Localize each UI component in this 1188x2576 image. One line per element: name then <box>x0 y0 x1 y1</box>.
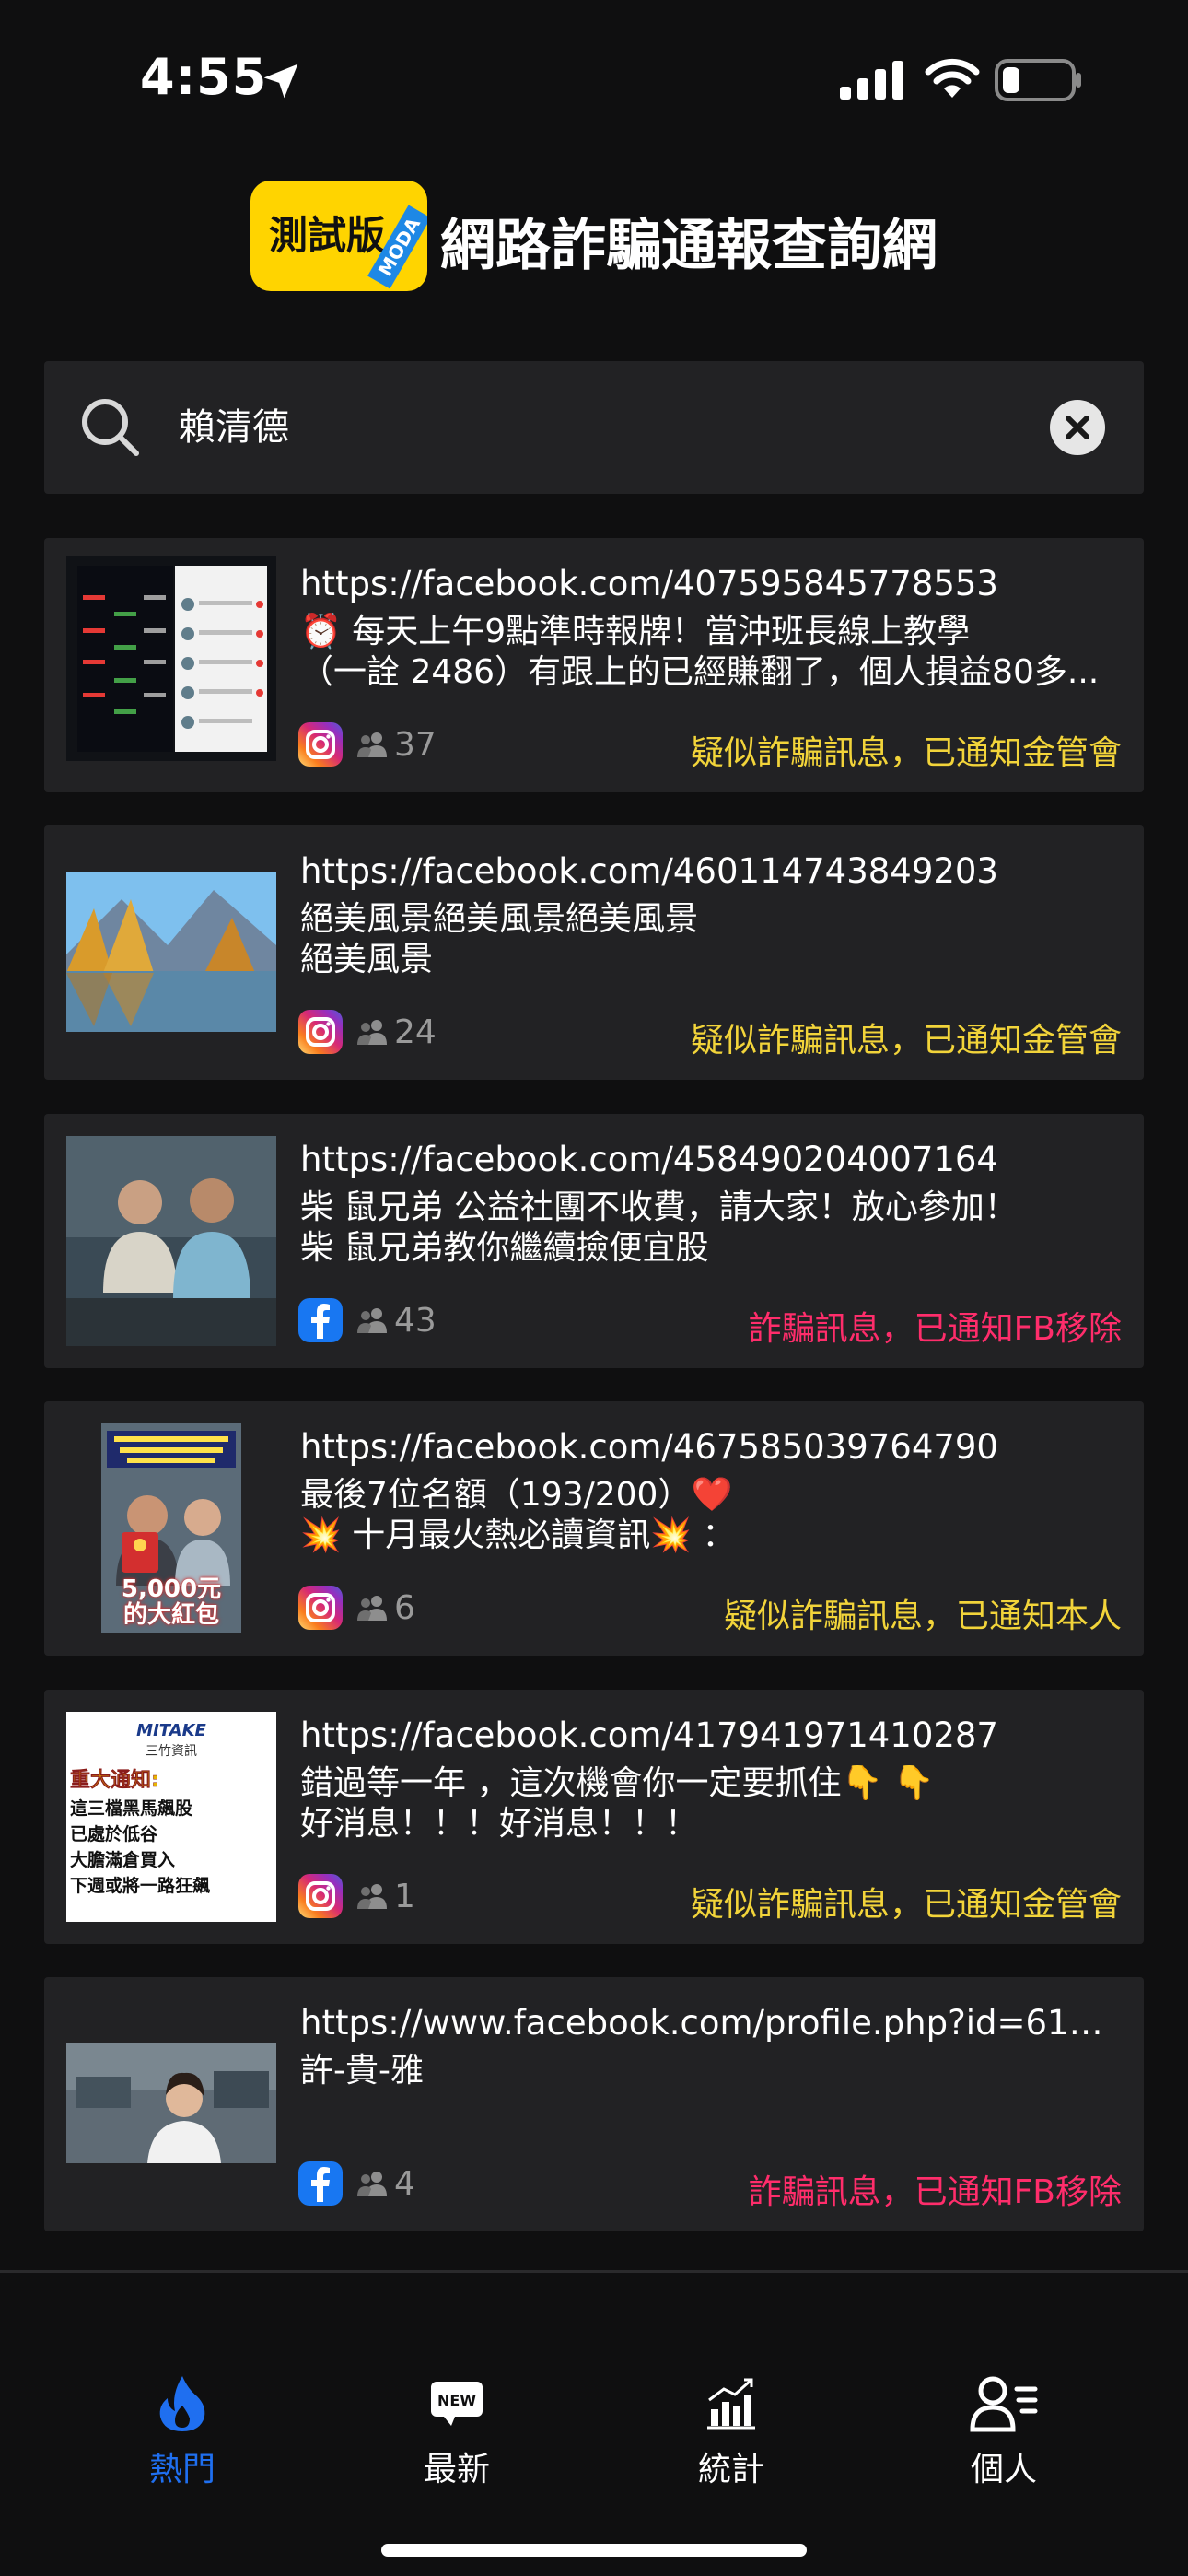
report-count: 1 <box>394 1878 415 1915</box>
thumbnail-line: 這三檔黑馬飆股 <box>70 1798 193 1819</box>
report-url[interactable]: https://facebook.com/407595845778553 <box>300 564 1120 603</box>
report-status: 詐騙訊息，已通知FB移除 <box>748 2173 1122 2211</box>
status-time: 4:55 <box>140 48 268 106</box>
users-icon <box>357 2172 387 2196</box>
instagram-icon <box>298 1586 343 1630</box>
bar-chart-icon <box>707 2378 755 2430</box>
users-icon <box>357 1884 387 1909</box>
report-description: 絕美風景絕美風景絕美風景 絕美風景 <box>300 899 1120 980</box>
search-input[interactable] <box>177 402 1009 446</box>
thumbnail-caption: 5,000元的大紅包 <box>121 1575 222 1629</box>
thumbnail-stock-app-screenshots <box>66 556 276 761</box>
thumbnail-woman-portrait <box>66 2043 276 2163</box>
tab-statistics[interactable]: 統計 <box>639 2374 823 2490</box>
report-description: 最後7位名額（193/200）❤️ 💥 十月最火熱必讀資訊💥 ： <box>300 1475 1120 1556</box>
report-description: ⏰ 每天上午9點準時報牌！當沖班長線上教學 （一詮 2486）有跟上的已經賺翻了… <box>300 612 1120 693</box>
users-icon <box>357 1308 387 1333</box>
search-bar <box>44 361 1144 494</box>
report-count: 37 <box>394 726 437 764</box>
description-line: （一詮 2486）有跟上的已經賺翻了，個人損益80多... <box>300 653 1100 691</box>
report-description: 許-貴-雅 <box>300 2051 1120 2091</box>
status-bar: 4:55 <box>0 0 1188 157</box>
thumbnail-two-men-photo <box>66 1136 276 1346</box>
report-status: 疑似詐騙訊息，已通知金管會 <box>690 1022 1122 1060</box>
tab-label: 個人 <box>970 2451 1037 2488</box>
report-url[interactable]: https://www.facebook.com/profile.php?id=… <box>300 2003 1120 2043</box>
facebook-icon <box>298 2161 343 2206</box>
description-line: 絕美風景 <box>300 941 434 978</box>
thumbnail-brand-sub: 三竹資訊 <box>146 1744 197 1759</box>
thumbnail-line: 下週或將一路狂飆 <box>70 1876 211 1896</box>
description-line: 絕美風景絕美風景絕美風景 <box>300 900 699 938</box>
description-line: 最後7位名額（193/200）❤️ <box>300 1476 733 1514</box>
new-badge-icon: NEW <box>431 2382 483 2426</box>
users-icon <box>357 1020 387 1045</box>
thumbnail-headline: 重大通知: <box>70 1769 159 1793</box>
thumbnail-red-envelope-promo: 5,000元的大紅包 <box>66 1423 276 1633</box>
logo-text: 測試版 <box>269 213 386 258</box>
tab-profile[interactable]: 個人 <box>912 2374 1096 2490</box>
app-header: 測試版 MODA 網路詐騙通報查詢網 <box>0 181 1188 295</box>
instagram-icon <box>298 722 343 767</box>
report-card[interactable]: https://www.facebook.com/profile.php?id=… <box>44 1977 1144 2231</box>
tab-label: 統計 <box>697 2451 764 2488</box>
description-line: 柴 鼠兄弟教你繼續撿便宜股 <box>300 1229 709 1267</box>
report-card[interactable]: https://facebook.com/458490204007164 柴 鼠… <box>44 1114 1144 1368</box>
page-title: 網路詐騙通報查詢網 <box>440 214 938 278</box>
description-line: 錯過等一年 ，這次機會你一定要抓住👇 👇 <box>300 1764 935 1802</box>
description-line: ⏰ 每天上午9點準時報牌！當沖班長線上教學 <box>300 613 971 650</box>
wifi-icon <box>925 58 980 98</box>
tab-label: 最新 <box>423 2451 490 2488</box>
search-icon <box>82 399 139 456</box>
thumbnail-line: 大膽滿倉買入 <box>70 1850 176 1870</box>
report-count: 24 <box>394 1013 437 1051</box>
report-card[interactable]: https://facebook.com/407595845778553 ⏰ 每… <box>44 538 1144 792</box>
report-status: 詐騙訊息，已通知FB移除 <box>748 1310 1122 1348</box>
facebook-icon <box>298 1298 343 1342</box>
report-card[interactable]: MITAKE 三竹資訊 重大通知: 這三檔黑馬飆股 已處於低谷 大膽滿倉買入 下… <box>44 1690 1144 1944</box>
person-list-icon <box>970 2376 1038 2432</box>
report-status: 疑似詐騙訊息，已通知金管會 <box>690 1886 1122 1924</box>
description-line: 柴 鼠兄弟 公益社團不收費，請大家！放心參加！ <box>300 1188 1018 1226</box>
tab-popular[interactable]: 熱門 <box>90 2374 274 2490</box>
report-description: 錯過等一年 ，這次機會你一定要抓住👇 👇 好消息！！！好消息！！！ <box>300 1763 1120 1844</box>
bottom-tab-bar: 熱門 NEW 最新 統計 個人 <box>0 2273 1188 2576</box>
report-count: 43 <box>394 1302 437 1340</box>
description-line: 好消息！！！好消息！！！ <box>300 1805 699 1843</box>
report-status: 疑似詐騙訊息，已通知本人 <box>723 1598 1122 1635</box>
battery-icon <box>995 59 1081 101</box>
report-count: 4 <box>394 2165 415 2203</box>
description-line: 許-貴-雅 <box>300 2052 424 2090</box>
description-line: 💥 十月最火熱必讀資訊💥 ： <box>300 1516 736 1554</box>
thumbnail-brand: MITAKE <box>136 1721 206 1740</box>
app-logo: 測試版 MODA <box>250 181 427 291</box>
report-url[interactable]: https://facebook.com/467585039764790 <box>300 1427 1120 1467</box>
location-arrow-icon <box>263 64 298 99</box>
clear-search-button[interactable] <box>1050 400 1105 455</box>
report-card[interactable]: https://facebook.com/460114743849203 絕美風… <box>44 825 1144 1080</box>
flame-icon <box>159 2376 205 2431</box>
thumbnail-stock-notice: MITAKE 三竹資訊 重大通知: 這三檔黑馬飆股 已處於低谷 大膽滿倉買入 下… <box>66 1712 276 1922</box>
tab-label: 熱門 <box>148 2451 215 2488</box>
new-badge-text: NEW <box>437 2392 476 2409</box>
report-url[interactable]: https://facebook.com/417941971410287 <box>300 1715 1120 1755</box>
cellular-signal-icon <box>840 61 903 100</box>
thumbnail-landscape <box>66 872 276 1032</box>
instagram-icon <box>298 1010 343 1054</box>
close-icon <box>1066 416 1089 439</box>
thumbnail-line: 已處於低谷 <box>70 1824 158 1844</box>
users-icon <box>357 1596 387 1621</box>
home-indicator[interactable] <box>381 2544 807 2557</box>
report-card[interactable]: 5,000元的大紅包 https://facebook.com/46758503… <box>44 1401 1144 1656</box>
report-url[interactable]: https://facebook.com/460114743849203 <box>300 851 1120 891</box>
report-status: 疑似詐騙訊息，已通知金管會 <box>690 734 1122 772</box>
instagram-icon <box>298 1874 343 1918</box>
report-count: 6 <box>394 1589 415 1627</box>
tab-latest[interactable]: NEW 最新 <box>365 2374 549 2490</box>
report-url[interactable]: https://facebook.com/458490204007164 <box>300 1140 1120 1179</box>
report-description: 柴 鼠兄弟 公益社團不收費，請大家！放心參加！ 柴 鼠兄弟教你繼續撿便宜股 <box>300 1188 1120 1269</box>
users-icon <box>357 732 387 757</box>
